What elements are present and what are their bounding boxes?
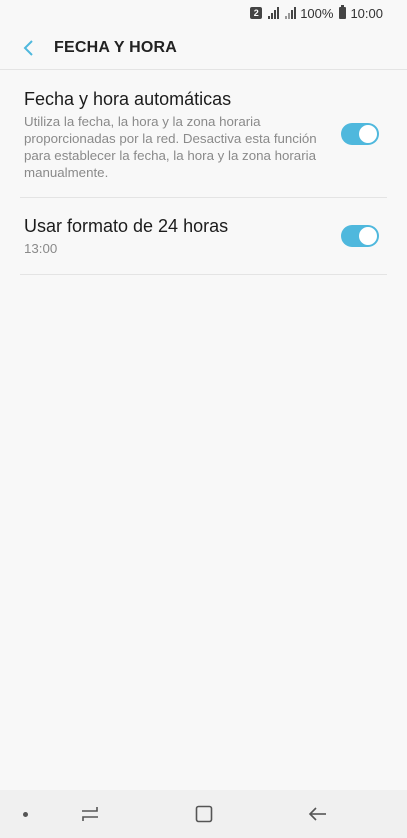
toggle-knob: [358, 123, 378, 144]
app-bar: FECHA Y HORA: [0, 26, 407, 70]
screen: 2 100% 10:00 FECHA Y HORA Fecha y hora a…: [0, 0, 407, 838]
battery-icon: [339, 5, 347, 19]
settings-list: Fecha y hora automáticas Utiliza la fech…: [0, 70, 407, 275]
24h-format-toggle[interactable]: [341, 225, 379, 247]
chevron-left-icon: [23, 39, 33, 56]
setting-summary: Utiliza la fecha, la hora y la zona hora…: [24, 114, 317, 180]
signal-icon: [268, 7, 280, 19]
back-button[interactable]: [6, 26, 52, 70]
keyboard-hide-dot[interactable]: [23, 812, 28, 817]
clock: 10:00: [350, 5, 383, 21]
home-button[interactable]: [174, 790, 234, 838]
auto-datetime-toggle[interactable]: [341, 122, 379, 145]
back-nav-button[interactable]: [288, 790, 348, 838]
setting-24h-format[interactable]: Usar formato de 24 horas 13:00: [20, 198, 387, 275]
navigation-bar: [0, 790, 407, 838]
signal-icon-sim2: [285, 7, 297, 19]
recent-apps-icon: [82, 807, 98, 821]
recent-apps-button[interactable]: [60, 790, 120, 838]
page-title: FECHA Y HORA: [54, 38, 178, 56]
battery-percent: 100%: [300, 5, 334, 21]
toggle-knob: [358, 226, 378, 246]
setting-auto-datetime[interactable]: Fecha y hora automáticas Utiliza la fech…: [20, 70, 387, 198]
home-icon: [195, 805, 213, 823]
setting-title: Fecha y hora automáticas: [24, 89, 232, 109]
setting-text: Fecha y hora automáticas Utiliza la fech…: [24, 86, 341, 181]
setting-title: Usar formato de 24 horas: [24, 216, 229, 236]
setting-text: Usar formato de 24 horas 13:00: [24, 215, 341, 257]
status-bar: 2 100% 10:00: [0, 0, 407, 26]
setting-summary: 13:00: [24, 241, 58, 256]
back-arrow-icon: [308, 807, 326, 821]
sim-slot-badge: 2: [250, 7, 263, 19]
